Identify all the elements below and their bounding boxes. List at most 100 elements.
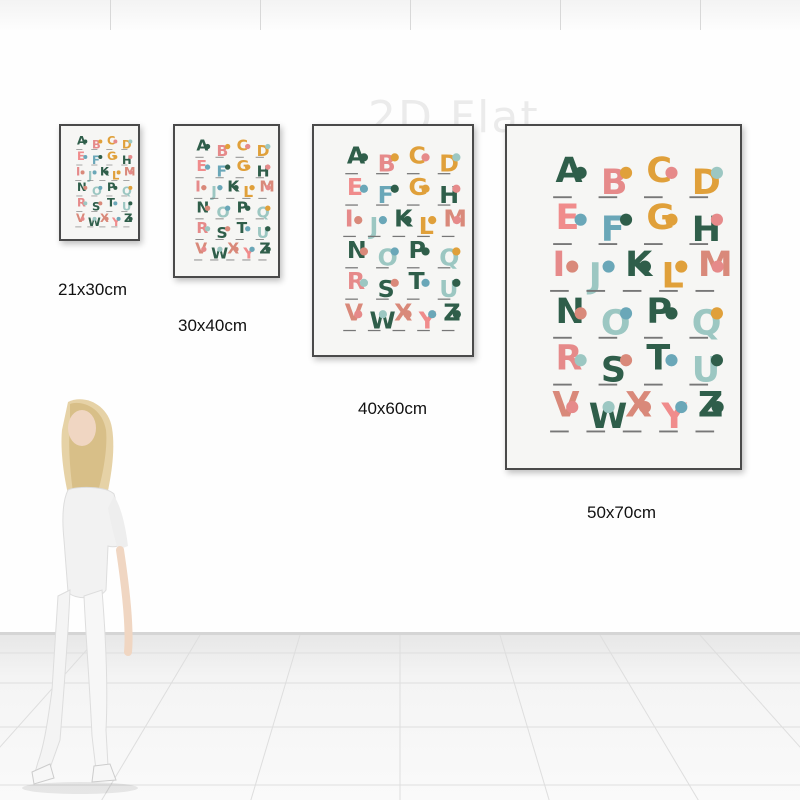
poster-illustration-icon	[378, 216, 387, 225]
poster-illustration-icon	[428, 216, 437, 225]
poster-caption-line	[598, 336, 618, 339]
poster-illustration-icon	[452, 184, 461, 193]
poster-illustration-icon	[665, 213, 678, 226]
poster-caption-line	[99, 180, 106, 181]
poster-caption-line	[215, 156, 224, 158]
poster-illustration-icon	[574, 307, 587, 320]
poster-caption-line	[75, 226, 82, 228]
poster-illustration-icon	[452, 310, 461, 319]
poster-caption-line	[258, 259, 267, 261]
poster-caption-line	[91, 211, 98, 212]
poster-letter-i: I	[195, 178, 201, 196]
poster-letter-i: I	[552, 244, 565, 285]
poster-caption-line	[255, 218, 264, 220]
poster-illustration-icon	[245, 143, 251, 150]
gallery-scene: 2D Flat ABCDEFGHIJKLMNOPQRSTUVWXYZ ABCDE…	[0, 0, 800, 800]
poster-illustration-icon	[80, 170, 85, 175]
poster-illustration-icon	[233, 184, 239, 191]
poster-caption-line	[689, 336, 709, 339]
poster-illustration-icon	[245, 205, 251, 211]
poster-caption-line	[376, 267, 389, 269]
poster-illustration-icon	[265, 184, 271, 191]
poster-caption-line	[121, 195, 128, 197]
poster-illustration-icon	[428, 310, 437, 319]
poster-illustration-icon	[602, 260, 615, 273]
poster-caption-line	[598, 196, 618, 199]
poster-illustration-icon	[224, 164, 231, 170]
poster-illustration-icon	[128, 170, 133, 175]
poster-illustration-icon	[675, 401, 688, 414]
poster-illustration-icon	[265, 246, 271, 252]
poster-illustration-icon	[128, 154, 133, 159]
poster-caption-line	[210, 259, 219, 261]
poster-caption-line	[91, 149, 98, 150]
poster-illustration-icon	[204, 226, 211, 232]
poster-caption-line	[123, 180, 130, 181]
poster-illustration-icon	[113, 139, 118, 144]
poster-caption-line	[367, 235, 381, 238]
poster-illustration-icon	[359, 247, 369, 256]
poster-caption-line	[255, 156, 264, 158]
poster-illustration-icon	[104, 170, 109, 175]
poster-illustration-icon	[217, 246, 223, 252]
poster-illustration-icon	[249, 246, 255, 252]
poster-illustration-icon	[574, 213, 587, 226]
poster-caption-line	[392, 329, 406, 332]
poster-illustration-icon	[602, 401, 615, 414]
poster-illustration-icon	[201, 246, 207, 252]
poster-illustration-icon	[620, 213, 633, 226]
poster-caption-line	[215, 177, 224, 179]
poster-illustration-icon	[574, 166, 587, 179]
poster-illustration-icon	[265, 226, 271, 232]
poster-illustration-icon	[204, 164, 211, 170]
poster-caption-line	[343, 329, 356, 332]
poster-illustration-icon	[98, 185, 103, 190]
poster-caption-line	[659, 430, 678, 433]
poster-caption-line	[258, 197, 267, 199]
poster-illustration-icon	[116, 170, 121, 175]
size-label-40x60: 40x60cm	[358, 399, 427, 418]
poster-caption-line	[376, 173, 389, 175]
poster-illustration-icon	[92, 170, 97, 175]
poster-letter-i: I	[345, 204, 354, 232]
alphabet-art: ABCDEFGHIJKLMNOPQRSTUVWXYZ	[194, 137, 275, 263]
poster-illustration-icon	[80, 216, 85, 221]
poster-illustration-icon	[620, 166, 633, 179]
poster-illustration-icon	[452, 247, 461, 256]
poster-caption-line	[441, 235, 455, 238]
poster-21x30: ABCDEFGHIJKLMNOPQRSTUVWXYZ	[59, 124, 140, 241]
poster-illustration-icon	[224, 226, 231, 232]
poster-illustration-icon	[83, 201, 88, 206]
poster-illustration-icon	[403, 310, 412, 319]
poster-illustration-icon	[710, 213, 723, 226]
poster-illustration-icon	[217, 184, 223, 191]
poster-illustration-icon	[83, 154, 88, 159]
size-label-30x40: 30x40cm	[178, 316, 247, 335]
poster-illustration-icon	[638, 401, 651, 414]
poster-caption-line	[689, 196, 709, 199]
poster-caption-line	[215, 218, 224, 220]
poster-illustration-icon	[224, 205, 231, 211]
poster-caption-line	[392, 235, 406, 238]
poster-caption-line	[622, 430, 642, 433]
poster-illustration-icon	[638, 260, 651, 273]
poster-illustration-icon	[390, 153, 399, 162]
poster-illustration-icon	[116, 216, 121, 221]
poster-illustration-icon	[378, 310, 387, 319]
poster-caption-line	[121, 149, 128, 150]
poster-caption-line	[367, 329, 381, 332]
poster-30x40: ABCDEFGHIJKLMNOPQRSTUVWXYZ	[173, 124, 280, 278]
alphabet-art: ABCDEFGHIJKLMNOPQRSTUVWXYZ	[343, 142, 467, 334]
poster-caption-line	[87, 180, 94, 181]
poster-caption-line	[215, 239, 224, 240]
poster-illustration-icon	[452, 278, 461, 287]
poster-caption-line	[99, 226, 106, 228]
poster-illustration-icon	[224, 143, 231, 150]
poster-illustration-icon	[359, 278, 369, 287]
poster-illustration-icon	[620, 354, 633, 367]
poster-illustration-icon	[265, 164, 271, 170]
poster-illustration-icon	[675, 260, 688, 273]
poster-illustration-icon	[665, 166, 678, 179]
alphabet-art: ABCDEFGHIJKLMNOPQRSTUVWXYZ	[75, 134, 136, 229]
poster-caption-line	[695, 430, 715, 433]
